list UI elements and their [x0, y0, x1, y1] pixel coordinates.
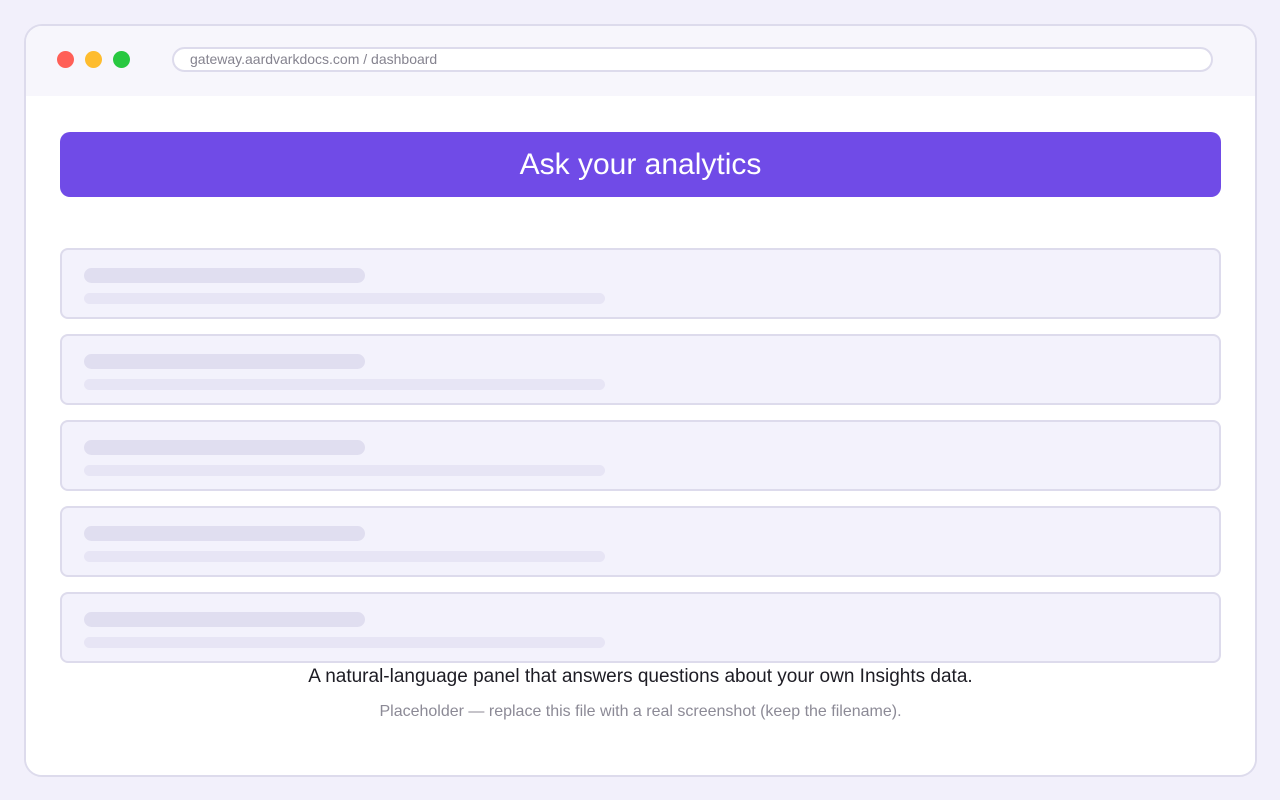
skeleton-line-body — [84, 637, 605, 648]
skeleton-line-title — [84, 354, 365, 369]
maximize-window-button[interactable] — [113, 51, 130, 68]
skeleton-card — [60, 506, 1221, 577]
browser-titlebar: gateway.aardvarkdocs.com / dashboard — [26, 26, 1255, 96]
skeleton-line-body — [84, 293, 605, 304]
skeleton-card — [60, 592, 1221, 663]
skeleton-card — [60, 248, 1221, 319]
skeleton-card — [60, 420, 1221, 491]
hero-banner: Ask your analytics — [60, 132, 1221, 197]
skeleton-line-body — [84, 551, 605, 562]
page-content: Ask your analytics A natural-language pa… — [26, 96, 1255, 775]
skeleton-card — [60, 334, 1221, 405]
skeleton-line-title — [84, 440, 365, 455]
skeleton-line-title — [84, 268, 365, 283]
address-bar[interactable]: gateway.aardvarkdocs.com / dashboard — [172, 47, 1213, 72]
browser-window: gateway.aardvarkdocs.com / dashboard Ask… — [24, 24, 1257, 777]
caption-text: A natural-language panel that answers qu… — [308, 666, 973, 687]
skeleton-line-title — [84, 526, 365, 541]
close-window-button[interactable] — [57, 51, 74, 68]
skeleton-line-title — [84, 612, 365, 627]
hero-title: Ask your analytics — [519, 147, 762, 181]
skeleton-line-body — [84, 379, 605, 390]
minimize-window-button[interactable] — [85, 51, 102, 68]
skeleton-line-body — [84, 465, 605, 476]
placeholder-note: Placeholder — replace this file with a r… — [379, 703, 902, 720]
